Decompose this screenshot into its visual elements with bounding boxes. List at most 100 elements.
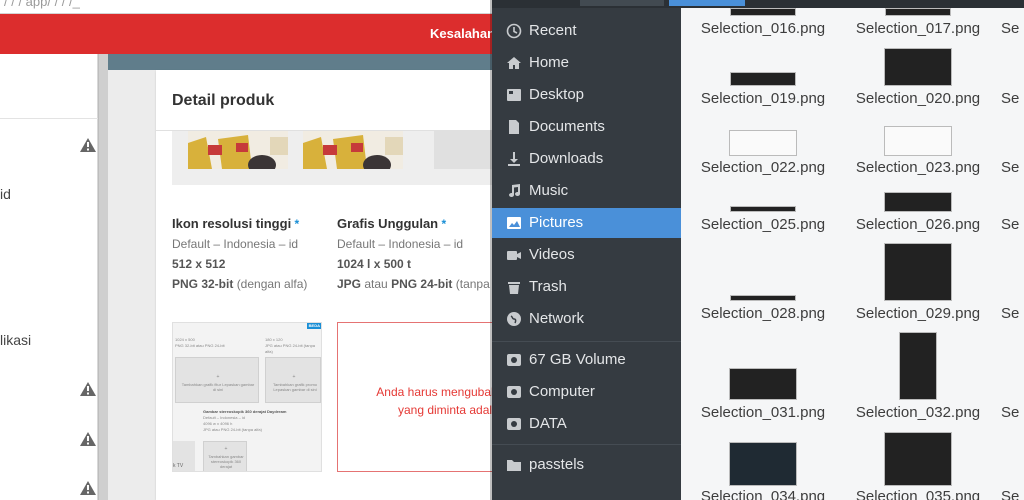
download-icon [508,152,520,166]
spec-size: 1024 l x 500 t [337,257,412,271]
file-name: Selection_032.png [855,404,981,421]
spec-heading: Grafis Unggulan [337,216,439,231]
file-name-partial[interactable]: Se [1001,305,1019,322]
music-icon [509,184,520,197]
file-name: Selection_031.png [700,404,826,421]
nav-item-partial[interactable]: id [0,186,11,202]
spec-format-word: atau [364,277,388,291]
sidebar-item-desktop[interactable]: Desktop [492,80,681,110]
places-sidebar: Recent Home Desktop Documents Downloads … [492,0,681,500]
sidebar-item-label: Home [529,54,570,71]
file-name: Selection_020.png [855,90,981,107]
error-banner-text: Kesalahan [430,26,496,41]
spec-format: JPG [337,277,362,291]
card-title: Detail produk [172,92,275,109]
file-name: Selection_016.png [700,20,826,37]
sidebar-divider [492,341,681,342]
file-name-partial[interactable]: Se [1001,216,1019,233]
file-name: Selection_026.png [855,216,981,233]
sidebar-item-passtels[interactable]: passtels [492,450,681,480]
file-grid: Selection_016.png Selection_019.png Sele… [669,0,1024,500]
home-icon [507,57,521,69]
warning-icon [80,382,96,396]
sidebar-item-label: Computer [529,383,595,400]
sidebar-item-trash[interactable]: Trash [492,272,681,302]
sidebar-item-label: Downloads [529,150,604,167]
sidebar-item-data[interactable]: DATA [492,409,681,439]
file-name-partial[interactable]: Se [1001,90,1019,107]
network-icon [507,312,521,326]
preview-text: k TV [173,463,184,469]
sidebar-item-computer[interactable]: Computer [492,377,681,407]
folder-icon [507,460,521,471]
desktop-icon [507,89,521,101]
file-name-partial[interactable]: Se [1001,404,1019,421]
file-name: Selection_029.png [855,305,981,322]
sidebar-item-label: DATA [529,415,567,432]
sidebar-item-recent[interactable]: Recent [492,16,681,46]
picture-icon [507,217,521,229]
sidebar-item-documents[interactable]: Documents [492,112,681,142]
address-bar[interactable]: / / / app/ / / /_ [0,0,494,14]
screenshot-strip: SI [172,131,514,185]
spec-heading: Ikon resolusi tinggi [172,216,292,231]
sidebar-item-label: Recent [529,22,577,39]
preview-text: JPG atau PNG 24-bit (tanpa alfa) [265,343,316,354]
sidebar-item-pictures[interactable]: Pictures [492,208,681,238]
spec-format-note: (tanpa [455,277,490,291]
file-thumbnail [884,243,952,301]
spec-locale: Default – Indonesia – id [337,237,464,251]
file-thumbnail [729,130,797,156]
file-name: Selection_019.png [700,90,826,107]
sidebar-item-volume[interactable]: 67 GB Volume [492,345,681,375]
listing-preview-image: BEDA 1024 x 500 PNG 32-bit atau PNG 24-b… [172,322,322,472]
file-thumbnail [730,72,796,86]
headerbar [669,0,1024,8]
clock-icon [506,23,522,39]
sidebar-item-label: Documents [529,118,605,135]
nav-item-partial[interactable]: likasi [0,332,31,348]
sidebar-divider [492,444,681,445]
file-thumbnail [899,332,937,400]
file-thumbnail [730,206,796,212]
sidebar-item-network[interactable]: Network [492,304,681,334]
file-name: Selection_025.png [700,216,826,233]
file-thumbnail [729,442,797,486]
drive-icon [507,386,521,398]
drive-icon [507,418,521,430]
hi-res-icon-spec: Ikon resolusi tinggi * Default – Indones… [172,214,307,294]
sidebar-item-music[interactable]: Music [492,176,681,206]
document-icon [509,120,519,134]
required-mark: * [294,217,300,231]
nav-divider [0,118,98,119]
sidebar-item-label: Desktop [529,86,585,103]
preview-text: Tambahkan grafik fitur Lepaskan gambar d… [181,382,255,392]
sidebar-item-home[interactable]: Home [492,48,681,78]
console-left-nav: id likasi [0,54,98,500]
product-detail-card: Detail produk Ikon resolusi tinggi * Def… [156,70,514,500]
preview-badge: BEDA [308,323,320,328]
screenshot-thumbnail[interactable] [303,131,403,169]
sidebar-item-label: Music [529,182,569,199]
headerbar-button[interactable] [580,0,664,6]
error-drop-zone[interactable]: Anda harus mengubah uk yang diminta adal [337,322,514,472]
headerbar-button-active[interactable] [669,0,745,6]
drive-icon [507,354,521,366]
preview-text: Tambahkan gambar stereoskopik 360 deraja… [208,454,244,469]
file-name-partial[interactable]: Se [1001,20,1019,37]
video-icon [507,251,521,260]
file-name-partial[interactable]: Se [1001,159,1019,176]
file-name: Selection_035.png [855,488,981,500]
screenshot-thumbnail[interactable] [188,131,288,169]
sidebar-item-label: 67 GB Volume [529,351,626,368]
sidebar-item-downloads[interactable]: Downloads [492,144,681,174]
sidebar-item-label: Pictures [529,214,584,231]
spec-format: PNG 32-bit [172,277,234,291]
sidebar-item-label: Videos [529,246,575,263]
preview-text: PNG 32-bit atau PNG 24-bit [175,343,225,348]
scrollbar[interactable] [98,54,108,500]
sidebar-item-videos[interactable]: Videos [492,240,681,270]
error-banner: Kesalahan [0,14,496,54]
file-name-partial[interactable]: Se [1001,488,1019,500]
trash-icon [508,282,520,294]
